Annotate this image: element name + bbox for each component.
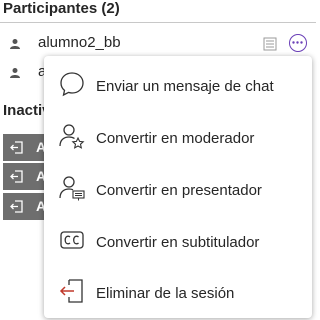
participant-name: alumno2_bb [38, 34, 121, 51]
ellipsis-icon [292, 41, 303, 44]
exit-icon [10, 200, 23, 213]
inactive-row[interactable]: A [3, 193, 47, 220]
menu-item-label: Convertir en presentador [96, 182, 262, 199]
user-star-icon [59, 124, 85, 149]
menu-item-make-moderator[interactable]: Convertir en moderador [44, 112, 312, 164]
menu-item-send-chat[interactable]: Enviar un mensaje de chat [44, 60, 312, 112]
menu-item-remove-from-session[interactable]: Eliminar de la sesión [44, 267, 312, 319]
remove-exit-icon [59, 279, 83, 303]
exit-icon [10, 170, 23, 183]
participants-header: Participantes (2) [3, 0, 120, 17]
exit-icon [10, 141, 23, 154]
menu-item-label: Eliminar de la sesión [96, 285, 235, 302]
menu-item-label: Enviar un mensaje de chat [96, 78, 274, 95]
header-divider [0, 22, 316, 23]
more-options-button[interactable] [289, 34, 307, 52]
inactive-row[interactable]: A [3, 163, 47, 190]
participant-row[interactable]: alumno2_bb [0, 30, 316, 58]
menu-item-label: Convertir en moderador [96, 130, 255, 147]
participant-options-menu: Enviar un mensaje de chat Convertir en m… [44, 56, 312, 318]
closed-captions-icon [60, 231, 84, 249]
menu-item-label: Convertir en subtitulador [96, 234, 260, 251]
user-icon [10, 68, 20, 78]
user-presenter-icon [59, 176, 85, 201]
participants-panel: Participantes (2) alumno2_bb a Inactiv A… [0, 0, 316, 320]
chat-bubble-icon [60, 72, 84, 97]
menu-item-make-presenter[interactable]: Convertir en presentador [44, 164, 312, 216]
menu-item-make-captioner[interactable]: Convertir en subtitulador [44, 216, 312, 268]
list-icon [263, 37, 277, 51]
inactive-row[interactable]: A [3, 134, 47, 161]
user-icon [10, 39, 20, 49]
